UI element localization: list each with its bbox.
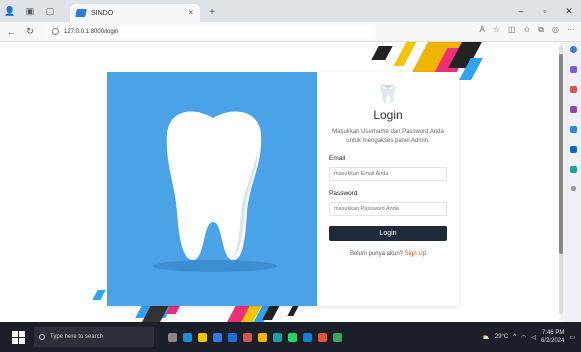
- email-input[interactable]: [329, 167, 447, 181]
- vscode-icon[interactable]: [303, 332, 312, 342]
- task-view-icon[interactable]: [168, 332, 177, 342]
- page-viewport: 🦷 Login Masukkan Username dan Password A…: [0, 42, 560, 322]
- temperature: 29°C: [494, 334, 509, 340]
- office-icon[interactable]: [569, 126, 577, 133]
- login-form: 🦷 Login Masukkan Username dan Password A…: [317, 72, 459, 306]
- close-tab-icon[interactable]: ×: [188, 8, 193, 17]
- search-icon[interactable]: [569, 46, 577, 53]
- collections-icon[interactable]: ⧉: [538, 25, 544, 35]
- address-bar: ← ↻ 127.0.0.1:8000/login A ☆ ◫ ✩ ⧉ ◎ ···: [0, 22, 581, 42]
- url-text: 127.0.0.1:8000/login: [64, 28, 119, 35]
- login-card: 🦷 Login Masukkan Username dan Password A…: [107, 72, 459, 306]
- taskbar: Type here to search ⛅ 29°C ^ ◠ ◁ 7:46 PM…: [0, 322, 581, 352]
- start-button[interactable]: [8, 327, 28, 347]
- password-label: Password: [329, 190, 358, 197]
- volume-icon[interactable]: ◁: [531, 334, 536, 341]
- window-controls: – ▫ ✕: [509, 0, 581, 22]
- reload-icon[interactable]: ↻: [22, 26, 38, 37]
- chrome-icon[interactable]: [258, 332, 267, 342]
- app-icon[interactable]: [333, 332, 342, 342]
- clock-time: 7:46 PM: [541, 330, 565, 336]
- tooth-illustration: [153, 111, 277, 272]
- close-window-icon[interactable]: ✕: [557, 0, 581, 22]
- email-label: Email: [329, 155, 346, 162]
- maximize-icon[interactable]: ▫: [533, 0, 557, 22]
- taskbar-search[interactable]: Type here to search: [34, 327, 154, 347]
- password-input[interactable]: [329, 202, 447, 216]
- show-hidden-icon[interactable]: ^: [513, 334, 516, 340]
- tools-icon[interactable]: [569, 86, 577, 93]
- minimize-icon[interactable]: –: [509, 0, 533, 22]
- tooth-logo-icon: 🦷: [376, 84, 400, 104]
- system-tray: ⛅ 29°C ^ ◠ ◁ 7:46 PM 6/2/2024 ▭: [482, 329, 575, 345]
- shopping-icon[interactable]: [569, 66, 577, 73]
- games-icon[interactable]: [569, 106, 577, 113]
- workspaces-icon[interactable]: ▣: [20, 0, 40, 22]
- more-menu-icon[interactable]: ···: [567, 25, 575, 35]
- toolbar-icons: A ☆ ◫ ✩ ⧉ ◎ ···: [480, 25, 575, 35]
- page-scrollbar[interactable]: [559, 46, 563, 314]
- windows-logo-icon: [11, 330, 18, 337]
- browser-tab[interactable]: SINDO ×: [70, 4, 200, 22]
- store-icon[interactable]: [213, 332, 222, 342]
- file-explorer-icon[interactable]: [198, 332, 207, 342]
- app-icon[interactable]: [273, 332, 282, 342]
- tab-strip: 👤 ▣ ▢ SINDO × + – ▫ ✕: [0, 0, 581, 22]
- whatsapp-icon[interactable]: [288, 332, 297, 342]
- app-icon[interactable]: [243, 332, 252, 342]
- app-icon[interactable]: [318, 332, 327, 342]
- favorite-star-icon[interactable]: ☆: [493, 25, 500, 35]
- taskbar-search-text: Type here to search: [50, 334, 104, 340]
- add-sidebar-icon[interactable]: [570, 186, 576, 191]
- login-button[interactable]: Login: [329, 226, 447, 241]
- copilot-icon[interactable]: ◎: [552, 25, 559, 35]
- favorites-icon[interactable]: ✩: [524, 25, 531, 35]
- login-title: Login: [373, 108, 403, 122]
- login-description: Masukkan Username dan Password Anda untu…: [332, 129, 444, 144]
- notification-icon[interactable]: ▭: [569, 334, 575, 341]
- edge-icon[interactable]: [183, 332, 192, 342]
- split-screen-icon[interactable]: ◫: [508, 25, 516, 35]
- outlook-icon[interactable]: [569, 146, 577, 153]
- signup-row: Belum punya akun? Sign Up: [329, 251, 447, 257]
- read-aloud-icon[interactable]: A: [480, 25, 485, 35]
- tab-title: SINDO: [91, 9, 114, 17]
- site-info-icon[interactable]: [52, 28, 59, 35]
- site-favicon-icon: [75, 9, 87, 17]
- clock-date: 6/2/2024: [540, 338, 565, 344]
- clock[interactable]: 7:46 PM 6/2/2024: [541, 329, 564, 345]
- search-icon: [39, 334, 45, 340]
- mail-icon[interactable]: [228, 332, 237, 342]
- signup-link[interactable]: Sign Up: [405, 251, 426, 257]
- back-icon[interactable]: ←: [3, 27, 19, 37]
- signup-prompt: Belum punya akun?: [349, 251, 403, 257]
- illustration-panel: [107, 72, 317, 306]
- weather-icon[interactable]: ⛅: [482, 334, 489, 341]
- taskbar-apps: [168, 332, 342, 342]
- profile-icon[interactable]: 👤: [0, 0, 20, 22]
- tab-actions-icon[interactable]: ▢: [40, 0, 60, 22]
- send-icon[interactable]: [569, 166, 577, 173]
- network-icon[interactable]: ◠: [521, 334, 526, 341]
- new-tab-button[interactable]: +: [204, 2, 220, 22]
- url-field[interactable]: 127.0.0.1:8000/login: [46, 24, 376, 39]
- browser-sidebar: [565, 42, 581, 322]
